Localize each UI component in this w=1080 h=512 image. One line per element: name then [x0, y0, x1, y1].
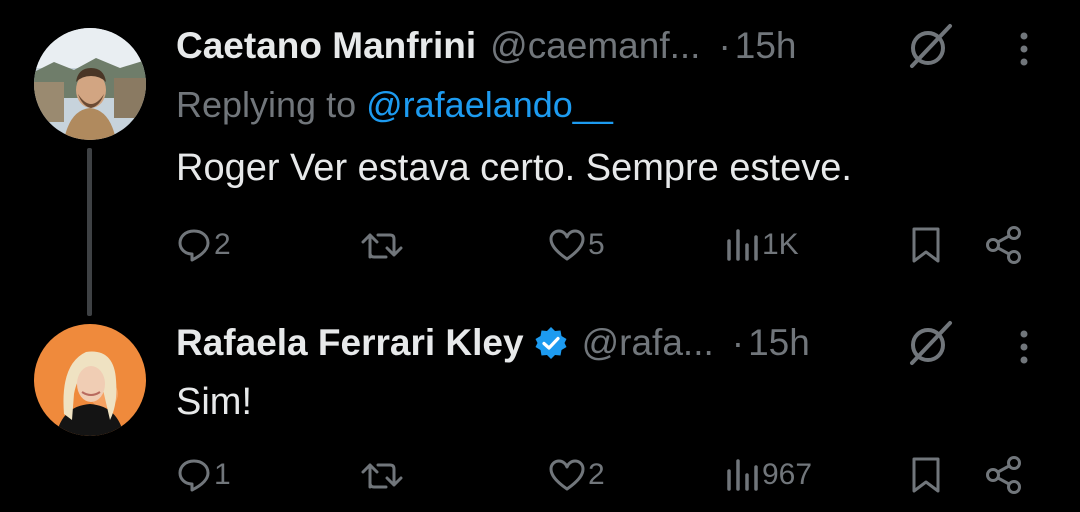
views-icon [727, 459, 758, 491]
repost-icon [361, 463, 403, 489]
views-icon [727, 229, 758, 261]
tweet-header: Caetano Manfrini @caemanf... · 15h [176, 20, 797, 72]
more-icon[interactable] [1010, 22, 1038, 74]
reply-icon [178, 459, 210, 492]
tweet-header: Rafaela Ferrari Kley @rafa... · 15h [176, 317, 810, 369]
tweet-text: Roger Ver estava certo. Sempre esteve. [176, 147, 852, 189]
reply-count: 1 [214, 458, 231, 491]
like-button[interactable]: 5 [548, 220, 605, 270]
more-icon[interactable] [1010, 320, 1038, 372]
avatar-rafaela-image [34, 324, 146, 436]
action-bar: 1 2 967 [0, 450, 1080, 500]
repost-icon [361, 233, 403, 259]
bookmark-icon [912, 457, 940, 493]
grok-icon[interactable] [904, 20, 956, 72]
action-bar: 2 5 1K [0, 220, 1080, 270]
reply-count: 2 [214, 228, 231, 261]
grok-icon[interactable] [904, 317, 956, 369]
like-count: 5 [588, 228, 605, 261]
timestamp[interactable]: 15h [748, 322, 810, 364]
reply-button[interactable]: 1 [176, 450, 231, 500]
like-icon [549, 459, 585, 491]
share-button[interactable] [984, 450, 1024, 500]
author-handle[interactable]: @caemanf... [490, 25, 700, 67]
share-button[interactable] [984, 220, 1024, 270]
tweet-caetano[interactable]: Caetano Manfrini @caemanf... · 15h Reply… [0, 0, 1080, 316]
bookmark-button[interactable] [910, 450, 942, 500]
separator-dot: · [718, 25, 731, 66]
author-name[interactable]: Caetano Manfrini [176, 25, 476, 67]
reply-button[interactable]: 2 [176, 220, 231, 270]
replying-to: Replying to @rafaelando__ [176, 84, 613, 126]
timestamp[interactable]: 15h [735, 25, 797, 67]
views-count: 1K [762, 228, 799, 261]
replying-handle-link[interactable]: @rafaelando__ [366, 84, 613, 125]
repost-button[interactable] [360, 220, 404, 270]
views-button[interactable]: 967 [724, 450, 812, 500]
repost-button[interactable] [360, 450, 404, 500]
tweet-text: Sim! [176, 381, 252, 423]
views-button[interactable]: 1K [724, 220, 799, 270]
like-icon [549, 229, 585, 261]
bookmark-icon [912, 227, 940, 263]
like-button[interactable]: 2 [548, 450, 605, 500]
bookmark-button[interactable] [910, 220, 942, 270]
avatar-caetano[interactable] [34, 28, 146, 140]
author-name[interactable]: Rafaela Ferrari Kley [176, 322, 524, 364]
tweet-rafaela[interactable]: Rafaela Ferrari Kley @rafa... · 15h Sim!… [0, 300, 1080, 512]
verified-badge-icon[interactable] [534, 326, 568, 360]
share-icon [986, 456, 1021, 494]
avatar-rafaela[interactable] [34, 324, 146, 436]
author-handle[interactable]: @rafa... [582, 322, 714, 364]
reply-icon [178, 229, 210, 262]
share-icon [986, 226, 1021, 264]
avatar-caetano-image [34, 28, 146, 140]
separator-dot: · [731, 322, 745, 363]
replying-prefix: Replying to [176, 84, 357, 125]
views-count: 967 [762, 458, 813, 491]
like-count: 2 [588, 458, 605, 491]
